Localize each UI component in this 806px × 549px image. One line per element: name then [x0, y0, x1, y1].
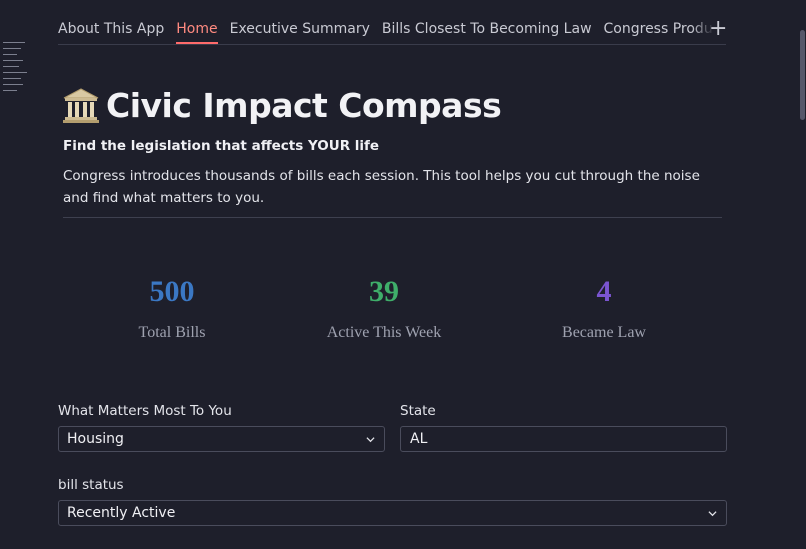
tab-executive-summary[interactable]: Executive Summary	[230, 18, 370, 43]
interest-label: What Matters Most To You	[58, 403, 232, 419]
metric-value: 500	[149, 275, 195, 308]
chevron-down-icon	[366, 437, 375, 443]
metric-label: Total Bills	[138, 324, 206, 341]
metric-label: Active This Week	[326, 324, 442, 341]
state-label: State	[400, 403, 436, 419]
metric-label: Became Law	[562, 324, 646, 341]
scrollbar[interactable]	[798, 28, 806, 120]
scrollbar-thumb[interactable]	[800, 30, 805, 120]
metric-total-bills: 500 Total Bills	[72, 274, 272, 342]
plus-icon[interactable]: +	[709, 18, 727, 40]
tab-bills-closest-to-law[interactable]: Bills Closest To Becoming Law	[382, 18, 592, 43]
status-select[interactable]: Recently Active	[58, 500, 727, 526]
table-of-contents-icon[interactable]	[3, 42, 29, 96]
metric-value: 39	[369, 275, 399, 308]
tab-about[interactable]: About This App	[58, 18, 164, 43]
tab-bar: About This App Home Executive Summary Bi…	[58, 18, 726, 45]
divider	[63, 217, 722, 218]
metric-became-law: 4 Became Law	[504, 274, 704, 342]
page-header: Civic Impact Compass	[62, 86, 502, 125]
status-label: bill status	[58, 477, 124, 493]
state-input[interactable]: AL	[400, 426, 727, 452]
page-description: Congress introduces thousands of bills e…	[63, 168, 700, 206]
metric-value: 4	[596, 275, 612, 308]
status-select-value: Recently Active	[67, 505, 176, 521]
tab-congress-productivity[interactable]: Congress Productivity Report	[604, 18, 714, 43]
page-subtitle: Find the legislation that affects YOUR l…	[63, 138, 380, 154]
page-title: Civic Impact Compass	[106, 86, 502, 125]
classical-building-icon	[63, 87, 99, 123]
interest-select[interactable]: Housing	[58, 426, 385, 452]
app-page: About This App Home Executive Summary Bi…	[0, 0, 806, 549]
tab-home[interactable]: Home	[176, 18, 218, 44]
metric-active-this-week: 39 Active This Week	[284, 274, 484, 342]
interest-select-value: Housing	[67, 431, 124, 447]
chevron-down-icon	[708, 511, 717, 517]
